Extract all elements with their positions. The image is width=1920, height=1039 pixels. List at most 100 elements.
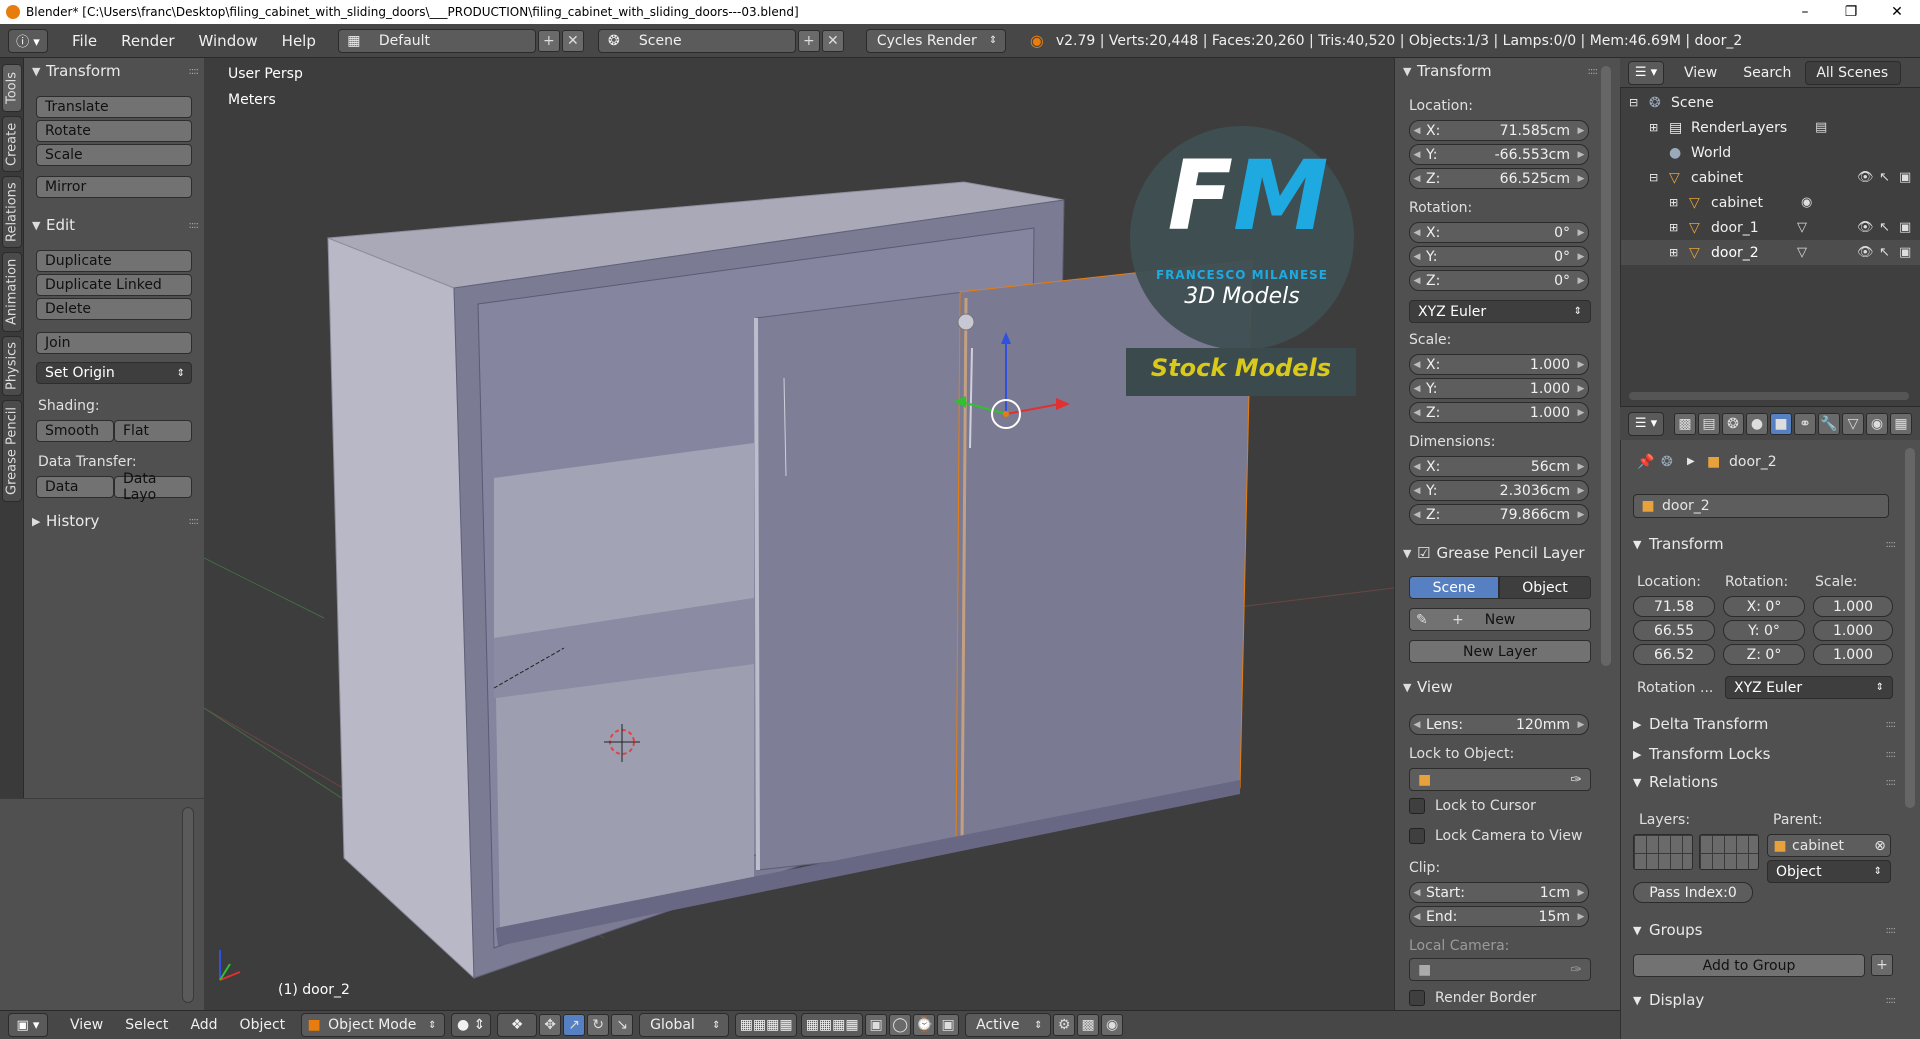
minimize-icon[interactable]: – <box>1782 0 1828 24</box>
add-scene-icon[interactable]: + <box>797 29 820 52</box>
menu-view[interactable]: View <box>70 1017 103 1033</box>
render-camera-icon[interactable]: ▣ <box>1899 170 1911 185</box>
expand-plus-icon[interactable]: ⊞ <box>1649 121 1669 134</box>
npanel-transform-header[interactable]: ▼ Transform :::: <box>1403 60 1603 82</box>
local-camera-field[interactable]: ■ ✑ <box>1409 958 1591 981</box>
material-tab-icon[interactable]: ◉ <box>1866 412 1888 435</box>
eye-icon[interactable]: 👁 <box>1857 220 1874 235</box>
menu-window[interactable]: Window <box>199 32 258 50</box>
expand-plus-icon[interactable]: ⊞ <box>1669 196 1689 209</box>
tab-physics[interactable]: Physics <box>2 336 22 396</box>
world-tab-icon[interactable]: ● <box>1746 412 1768 435</box>
maximize-icon[interactable]: ❐ <box>1828 0 1874 24</box>
clip-end-field[interactable]: ◀ End: 15m ▶ <box>1409 906 1589 927</box>
gp-object-tab[interactable]: Object <box>1499 576 1591 599</box>
expand-plus-icon[interactable]: ⊞ <box>1669 221 1689 234</box>
eye-icon[interactable]: 👁 <box>1857 170 1874 185</box>
toolshelf-scrollbar[interactable] <box>182 807 194 1003</box>
transform-orientation-selector[interactable]: Global ⇕ <box>639 1013 730 1037</box>
props-parent-field[interactable]: ■ cabinet ⊗ <box>1767 834 1891 857</box>
render-tab-icon[interactable]: ▩ <box>1674 412 1696 435</box>
outliner-row-scene[interactable]: ⊟ ❂ Scene <box>1621 90 1920 115</box>
edit-panel-header[interactable]: ▼ Edit :::: <box>32 214 204 236</box>
grip-icon[interactable]: :::: <box>1886 719 1897 730</box>
grip-icon[interactable]: :::: <box>1886 749 1897 760</box>
object-name-field[interactable]: ■ door_2 <box>1633 494 1889 518</box>
gp-scene-tab[interactable]: Scene <box>1409 576 1499 599</box>
proportional-edit-icon[interactable]: ◯ <box>889 1014 912 1036</box>
render-animation-icon[interactable]: ▩ <box>1077 1014 1100 1036</box>
history-panel-header[interactable]: ▶ History :::: <box>32 510 204 532</box>
display-mode-selector[interactable]: All Scenes <box>1805 60 1902 85</box>
render-camera-icon[interactable]: ▣ <box>1899 220 1911 235</box>
props-parent-type-dropdown[interactable]: Object ⇕ <box>1767 860 1891 883</box>
add-layout-icon[interactable]: + <box>537 29 560 52</box>
tab-relations[interactable]: Relations <box>2 176 22 248</box>
join-button[interactable]: Join <box>36 332 192 354</box>
object-tab-icon[interactable]: ■ <box>1770 412 1792 435</box>
eye-icon[interactable]: 👁 <box>1857 245 1874 260</box>
scene-tab-icon[interactable]: ❂ <box>1722 412 1744 435</box>
menu-render[interactable]: Render <box>121 32 174 50</box>
render-engine-selector[interactable]: Cycles Render ⇕ <box>865 28 1006 53</box>
view-panel-header[interactable]: ▼ View <box>1403 676 1603 698</box>
translate-button[interactable]: Translate <box>36 96 192 118</box>
tab-grease-pencil[interactable]: Grease Pencil <box>2 400 22 502</box>
remove-layout-icon[interactable]: ✕ <box>561 29 584 52</box>
dimensions-y-field[interactable]: ◀ Y: 2.3036cm ▶ <box>1409 480 1589 501</box>
add-group-plus-icon[interactable]: + <box>1871 954 1893 976</box>
modifiers-tab-icon[interactable]: 🔧 <box>1818 412 1840 435</box>
rotate-button[interactable]: Rotate <box>36 120 192 142</box>
scale-manipulator-icon[interactable]: ↘ <box>611 1014 634 1036</box>
scale-x-field[interactable]: ◀ X: 1.000 ▶ <box>1409 354 1589 375</box>
menu-help[interactable]: Help <box>282 32 316 50</box>
props-rotation-x[interactable]: X: 0° <box>1723 596 1805 617</box>
lens-field[interactable]: ◀ Lens: 120mm ▶ <box>1409 714 1589 735</box>
props-scale-x[interactable]: 1.000 <box>1813 596 1893 617</box>
clear-x-icon[interactable]: ⊗ <box>1870 838 1890 854</box>
grip-icon[interactable]: :::: <box>1886 777 1897 788</box>
props-rotation-mode-dropdown[interactable]: XYZ Euler ⇕ <box>1725 676 1893 699</box>
expand-plus-icon[interactable]: ⊞ <box>1669 246 1689 259</box>
outliner-search-menu[interactable]: Search <box>1743 65 1791 81</box>
collapse-minus-icon[interactable]: ⊟ <box>1649 171 1669 184</box>
data-layout-button[interactable]: Data Layo <box>114 471 192 503</box>
eyedropper-icon[interactable]: ✑ <box>1570 772 1582 788</box>
cursor-select-icon[interactable]: ↖ <box>1879 170 1890 185</box>
eyedropper-icon[interactable]: ✑ <box>1570 962 1582 978</box>
collapse-minus-icon[interactable]: ⊟ <box>1629 96 1649 109</box>
data-tab-icon[interactable]: ▽ <box>1842 412 1864 435</box>
snap-target-selector[interactable]: Active ⇕ <box>965 1013 1052 1037</box>
menu-file[interactable]: File <box>72 32 97 50</box>
render-border-checkbox[interactable] <box>1409 990 1425 1006</box>
props-pass-index-field[interactable]: Pass Index:0 <box>1633 882 1753 903</box>
lock-layers-icon[interactable]: ▣ <box>865 1014 888 1036</box>
props-layers-grid-1[interactable] <box>1633 834 1693 870</box>
outliner-row-cabinet-parent[interactable]: ⊟ ▽ cabinet 👁 ↖ ▣ <box>1621 165 1920 190</box>
rotation-mode-dropdown[interactable]: XYZ Euler ⇕ <box>1409 300 1591 323</box>
tab-create[interactable]: Create <box>2 116 22 172</box>
props-transform-locks-header[interactable]: ▶ Transform Locks:::: <box>1633 742 1903 766</box>
outliner-hscrollbar[interactable] <box>1629 392 1909 400</box>
pin-icon[interactable]: 📌 <box>1637 454 1654 470</box>
snap-element-icon[interactable]: ▣ <box>937 1014 960 1036</box>
grip-icon[interactable]: :::: <box>1886 995 1897 1006</box>
outliner-row-renderlayers[interactable]: ⊞ ▤ RenderLayers ▤ <box>1621 115 1920 140</box>
cursor-select-icon[interactable]: ↖ <box>1879 220 1890 235</box>
scene-selector[interactable]: ❂ Scene <box>597 28 796 53</box>
mode-selector[interactable]: ■ Object Mode ⇕ <box>301 1013 446 1037</box>
cursor-select-icon[interactable]: ↖ <box>1879 245 1890 260</box>
props-delta-transform-header[interactable]: ▶ Delta Transform:::: <box>1633 712 1903 736</box>
npanel-scrollbar[interactable] <box>1601 66 1611 666</box>
dimensions-z-field[interactable]: ◀ Z: 79.866cm ▶ <box>1409 504 1589 525</box>
props-display-header[interactable]: ▼ Display:::: <box>1633 988 1903 1012</box>
smooth-button[interactable]: Smooth <box>36 420 114 442</box>
rotate-manipulator-icon[interactable]: ↻ <box>587 1014 610 1036</box>
scene-layers-row-2[interactable]: ▦▦▦▦ <box>801 1013 864 1037</box>
gp-new-layer-button[interactable]: New Layer <box>1409 640 1591 663</box>
props-transform-header[interactable]: ▼ Transform:::: <box>1633 532 1903 556</box>
editor-type-info-button[interactable]: ⓘ ▾ <box>8 28 48 53</box>
outliner-view-menu[interactable]: View <box>1684 65 1717 81</box>
flat-button[interactable]: Flat <box>114 420 192 442</box>
tab-animation[interactable]: Animation <box>2 252 22 332</box>
